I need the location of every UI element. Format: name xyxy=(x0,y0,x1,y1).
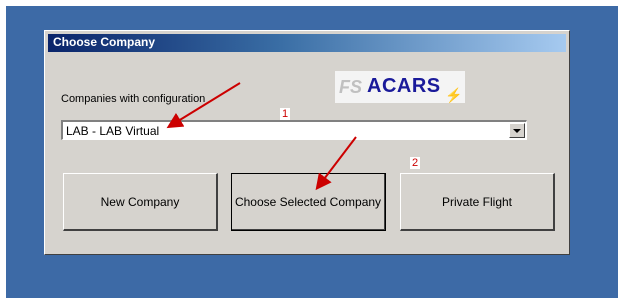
company-select[interactable]: LAB - LAB Virtual xyxy=(61,120,527,140)
new-company-button[interactable]: New Company xyxy=(63,173,218,231)
private-flight-button[interactable]: Private Flight xyxy=(400,173,555,231)
lightning-icon: ⚡ xyxy=(445,87,463,103)
chevron-down-icon xyxy=(513,129,521,133)
logo-prefix: FS xyxy=(339,77,363,97)
annotation-marker-2: 2 xyxy=(410,157,421,169)
annotation-marker-1: 1 xyxy=(280,108,291,120)
company-select-value: LAB - LAB Virtual xyxy=(66,124,160,138)
logo-name: ACARS xyxy=(367,75,441,97)
choose-selected-company-button[interactable]: Choose Selected Company xyxy=(231,173,386,231)
choose-company-dialog: Choose Company FS ACARS ⚡ Companies with… xyxy=(44,30,570,255)
company-select-dropdown-button[interactable] xyxy=(509,123,525,138)
companies-label: Companies with configuration xyxy=(61,93,206,105)
window-title: Choose Company xyxy=(53,35,156,49)
title-bar[interactable]: Choose Company xyxy=(48,34,566,52)
fsacars-logo: FS ACARS ⚡ xyxy=(335,71,465,103)
